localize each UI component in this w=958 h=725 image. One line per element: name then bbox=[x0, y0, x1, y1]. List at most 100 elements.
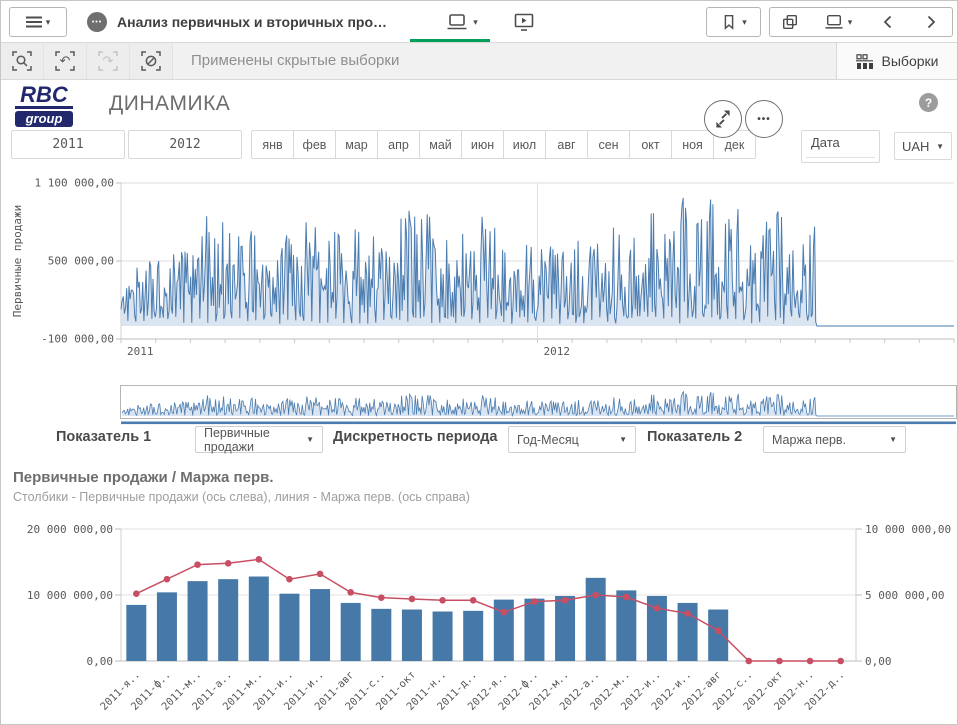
point-2012-дек[interactable] bbox=[837, 658, 844, 665]
point-2012-янв[interactable] bbox=[501, 609, 508, 616]
svg-text:20 000 000,00: 20 000 000,00 bbox=[27, 523, 113, 536]
point-2012-июл[interactable] bbox=[684, 610, 691, 617]
month-filter-июн[interactable]: июн bbox=[461, 130, 504, 159]
point-2011-июл[interactable] bbox=[317, 571, 324, 578]
combo-bar-line-chart[interactable]: 20 000 000,0010 000 000,000,0010 000 000… bbox=[1, 513, 958, 725]
year-filter-2011[interactable]: 2011 bbox=[11, 130, 125, 159]
expand-icon bbox=[705, 100, 741, 138]
point-2011-янв[interactable] bbox=[133, 590, 140, 597]
bar-2011-фев[interactable] bbox=[157, 592, 177, 661]
month-filter-май[interactable]: май bbox=[419, 130, 462, 159]
point-2011-дек[interactable] bbox=[470, 597, 477, 604]
bar-2012-авг[interactable] bbox=[708, 610, 728, 661]
point-2011-окт[interactable] bbox=[409, 596, 416, 603]
global-menu-button[interactable]: ▾ bbox=[9, 7, 67, 37]
bar-2012-фев[interactable] bbox=[524, 599, 544, 661]
selections-label: Выборки bbox=[882, 53, 939, 69]
bar-2011-июн[interactable] bbox=[279, 594, 299, 661]
dropdown-caret-icon: ▼ bbox=[306, 435, 314, 444]
month-filter-мар[interactable]: мар bbox=[335, 130, 378, 159]
previous-sheet-button[interactable] bbox=[866, 7, 910, 37]
presentation-mode-button[interactable] bbox=[511, 10, 537, 34]
date-filter-listbox[interactable]: Дата bbox=[801, 130, 880, 163]
currency-value: UAH bbox=[902, 139, 929, 154]
point-2012-окт[interactable] bbox=[776, 658, 783, 665]
point-2011-апр[interactable] bbox=[225, 560, 232, 567]
bar-2012-апр[interactable] bbox=[586, 578, 606, 661]
point-2011-фев[interactable] bbox=[164, 576, 171, 583]
chevron-left-icon bbox=[881, 14, 895, 30]
indicator1-dropdown[interactable]: Первичные продажи ▼ bbox=[195, 426, 323, 453]
question-icon: ? bbox=[925, 96, 932, 110]
point-2012-май[interactable] bbox=[623, 594, 630, 601]
point-2012-авг[interactable] bbox=[715, 627, 722, 634]
currency-dropdown[interactable]: UAH ▼ bbox=[894, 132, 952, 160]
point-2012-мар[interactable] bbox=[562, 597, 569, 604]
bar-2012-мар[interactable] bbox=[555, 596, 575, 661]
caret-down-icon: ▾ bbox=[742, 18, 747, 27]
step-back-button[interactable]: ↶ bbox=[44, 43, 87, 79]
bar-2011-дек[interactable] bbox=[463, 611, 483, 661]
bar-2012-май[interactable] bbox=[616, 590, 636, 661]
undo-icon: ↶ bbox=[53, 49, 77, 73]
point-2011-июн[interactable] bbox=[286, 576, 293, 583]
hamburger-icon bbox=[26, 16, 42, 28]
bar-2011-янв[interactable] bbox=[126, 605, 146, 661]
month-filter-июл[interactable]: июл bbox=[503, 130, 546, 159]
point-2011-мар[interactable] bbox=[194, 561, 201, 568]
point-2012-апр[interactable] bbox=[592, 592, 599, 599]
month-filter-апр[interactable]: апр bbox=[377, 130, 420, 159]
month-filter-авг[interactable]: авг bbox=[545, 130, 588, 159]
current-sheet-button[interactable]: ▾ bbox=[810, 7, 867, 37]
clear-selections-button[interactable] bbox=[130, 43, 173, 79]
primary-sales-area-chart[interactable]: 1 100 000,00500 000,00-100 000,002011201… bbox=[1, 169, 958, 369]
presentation-icon bbox=[513, 11, 535, 33]
bookmarks-button[interactable]: ▾ bbox=[706, 7, 761, 37]
point-2011-ноя[interactable] bbox=[439, 597, 446, 604]
selections-tool-button[interactable]: Выборки bbox=[836, 43, 957, 79]
point-2012-ноя[interactable] bbox=[807, 658, 814, 665]
point-2012-июн[interactable] bbox=[654, 605, 661, 612]
year-filter-2012[interactable]: 2012 bbox=[128, 130, 242, 159]
point-2012-фев[interactable] bbox=[531, 598, 538, 605]
point-2011-авг[interactable] bbox=[347, 589, 354, 596]
bar-2011-окт[interactable] bbox=[402, 610, 422, 661]
point-2011-сен[interactable] bbox=[378, 594, 385, 601]
logo-text-top: RBC bbox=[15, 85, 73, 109]
selections-status-message: Применены скрытые выборки bbox=[191, 52, 399, 69]
selections-bar: ↶ ↷ Применены скрытые выборки bbox=[1, 43, 957, 80]
sheet-view-button[interactable]: ▾ bbox=[433, 9, 491, 35]
bar-2011-авг[interactable] bbox=[341, 603, 361, 661]
bar-2011-мар[interactable] bbox=[188, 581, 208, 661]
more-options-button[interactable]: ••• bbox=[745, 100, 783, 138]
redo-icon: ↷ bbox=[96, 49, 120, 73]
logo-text-bottom: group bbox=[15, 111, 73, 127]
point-2011-май[interactable] bbox=[256, 556, 263, 563]
bar-2011-сен[interactable] bbox=[371, 609, 391, 661]
app-avatar-icon[interactable]: ••• bbox=[87, 12, 107, 32]
active-view-underline bbox=[410, 39, 490, 42]
month-filter-окт[interactable]: окт bbox=[629, 130, 672, 159]
sheet-header: RBC group ДИНАМИКА ? bbox=[1, 80, 957, 128]
date-search-underline bbox=[806, 157, 875, 158]
bar-2011-май[interactable] bbox=[249, 577, 269, 661]
sheets-overview-button[interactable] bbox=[769, 7, 811, 37]
windows-icon bbox=[781, 13, 799, 31]
range-scrollbar[interactable] bbox=[121, 422, 956, 425]
month-filter-янв[interactable]: янв bbox=[251, 130, 294, 159]
smart-search-button[interactable] bbox=[1, 43, 44, 79]
help-button[interactable]: ? bbox=[919, 93, 938, 112]
step-forward-button[interactable]: ↷ bbox=[87, 43, 130, 79]
chart-range-overview[interactable] bbox=[120, 385, 957, 425]
point-2012-сен[interactable] bbox=[746, 658, 753, 665]
bar-2011-апр[interactable] bbox=[218, 579, 238, 661]
indicator2-dropdown[interactable]: Маржа перв. ▼ bbox=[763, 426, 906, 453]
bar-2011-июл[interactable] bbox=[310, 589, 330, 661]
expand-chart-button[interactable] bbox=[704, 100, 742, 138]
bar-2011-ноя[interactable] bbox=[433, 612, 453, 662]
month-filter-фев[interactable]: фев bbox=[293, 130, 336, 159]
combo-chart-subtitle: Столбики - Первичные продажи (ось слева)… bbox=[13, 490, 470, 504]
next-sheet-button[interactable] bbox=[909, 7, 953, 37]
period-dropdown[interactable]: Год-Месяц ▼ bbox=[508, 426, 636, 453]
month-filter-сен[interactable]: сен bbox=[587, 130, 630, 159]
